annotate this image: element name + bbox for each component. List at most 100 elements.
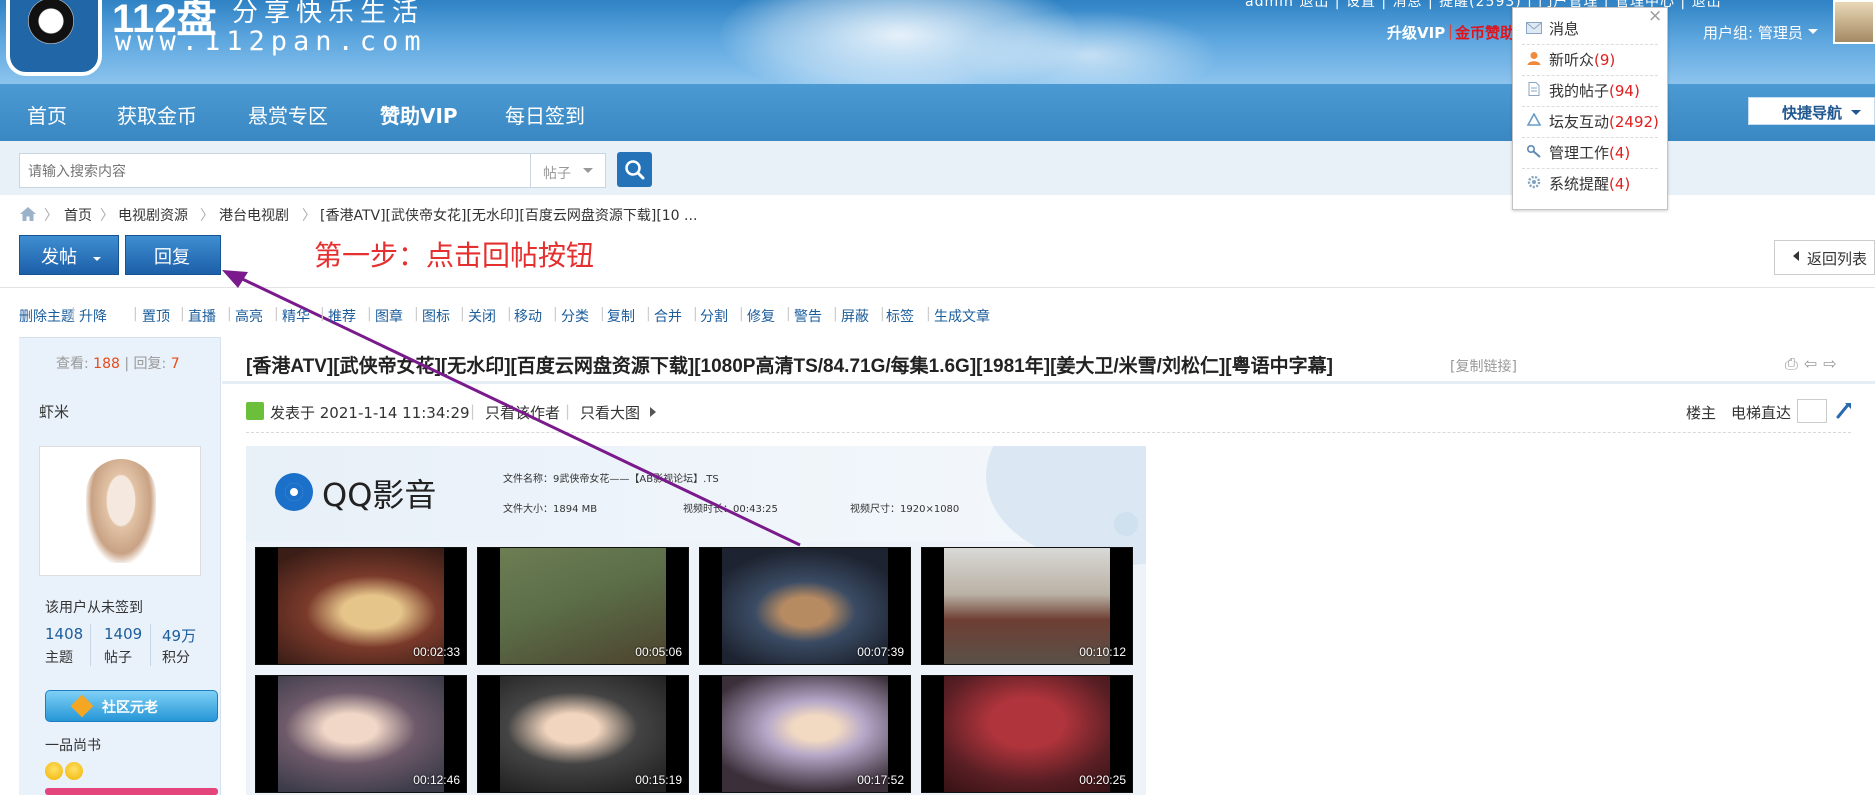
mod-action-17[interactable]: 屏蔽 (841, 306, 869, 326)
new-post-button[interactable]: 发帖 (19, 235, 119, 275)
chevron-right-icon[interactable] (650, 407, 656, 417)
popup-item-admin-work[interactable]: 管理工作(4) (1549, 142, 1630, 163)
chevron-down-icon[interactable] (1851, 110, 1861, 115)
mod-separator: | (553, 306, 558, 322)
mod-action-16[interactable]: 警告 (794, 306, 822, 326)
divider (1522, 137, 1658, 138)
thumbnail-timestamp: 00:20:25 (1079, 773, 1126, 787)
jump-icon[interactable] (1835, 401, 1853, 419)
only-author-link[interactable]: 只看该作者 (485, 402, 560, 423)
big-image-link[interactable]: 只看大图 (580, 402, 640, 423)
print-prev-next-icons[interactable]: ⎙⇦⇨ (1785, 354, 1843, 374)
chevron-down-icon[interactable] (1808, 29, 1818, 34)
search-input[interactable] (19, 153, 531, 188)
search-type-select[interactable]: 帖子 (531, 153, 606, 188)
nav-bounty[interactable]: 悬赏专区 (248, 100, 328, 129)
mod-action-8[interactable]: 图标 (422, 306, 450, 326)
mod-action-5[interactable]: 精华 (282, 306, 310, 326)
envelope-icon (1526, 22, 1542, 34)
mod-separator: | (320, 306, 325, 322)
jump-floor-input[interactable] (1797, 399, 1827, 423)
avatar[interactable] (1833, 0, 1875, 44)
mod-separator: | (133, 306, 138, 322)
post-screenshot-image[interactable]: QQ影音 文件名称：9武侠帝女花——【AB影视论坛】.TS 文件大小：1894 … (246, 446, 1146, 795)
back-to-list-button[interactable]: 返回列表 (1774, 240, 1875, 275)
breadcrumb-home[interactable]: 首页 (64, 205, 92, 225)
thumbnail-timestamp: 00:05:06 (635, 645, 682, 659)
mod-action-3[interactable]: 直播 (188, 306, 216, 326)
video-resolution: 视频尺寸：1920×1080 (850, 504, 960, 515)
mod-action-1[interactable]: 升降 (79, 306, 107, 326)
thumbnail-timestamp: 00:12:46 (413, 773, 460, 787)
avatar-portrait (86, 459, 156, 563)
mod-action-7[interactable]: 图章 (375, 306, 403, 326)
divider (1522, 44, 1658, 45)
mod-action-19[interactable]: 生成文章 (934, 306, 990, 326)
divider (222, 381, 1875, 384)
popup-item-my-posts[interactable]: 我的帖子(94) (1549, 80, 1640, 101)
stat-posts-value[interactable]: 1409 (104, 625, 142, 643)
video-thumbnail: 00:05:06 (477, 547, 689, 665)
coin-sponsor-link[interactable]: 金币赞助 (1455, 22, 1515, 43)
chevron-down-icon[interactable] (93, 257, 101, 261)
copy-link[interactable]: [复制链接] (1450, 356, 1517, 376)
close-icon[interactable]: × (1648, 6, 1662, 26)
mod-action-6[interactable]: 推荐 (328, 306, 356, 326)
popup-item-system-alerts[interactable]: 系统提醒(4) (1549, 173, 1630, 194)
divider (1522, 168, 1658, 169)
logo-url: www.112pan.com (115, 26, 427, 57)
upgrade-vip-link[interactable]: 升级VIP (1387, 22, 1445, 43)
popup-item-label: 系统提醒 (1549, 175, 1610, 193)
home-icon[interactable] (19, 206, 37, 222)
video-thumbnail: 00:02:33 (255, 547, 467, 665)
header-separator: | (1448, 22, 1454, 40)
thumbnail-timestamp: 00:02:33 (413, 645, 460, 659)
meta-separator: | (565, 402, 571, 420)
mod-action-11[interactable]: 分类 (561, 306, 589, 326)
video-thumbnail: 00:10:12 (921, 547, 1133, 665)
search-button[interactable] (617, 152, 652, 187)
smiley-icon (45, 762, 63, 780)
mod-action-10[interactable]: 移动 (514, 306, 542, 326)
mod-action-9[interactable]: 关闭 (468, 306, 496, 326)
mod-action-0[interactable]: 删除主题 (19, 306, 75, 326)
popup-item-label: 管理工作 (1549, 144, 1610, 162)
gear-icon (1527, 175, 1541, 189)
reply-button[interactable]: 回复 (125, 235, 221, 275)
author-name[interactable]: 虾米 (39, 401, 69, 422)
popup-item-messages[interactable]: 消息 (1549, 18, 1579, 39)
mod-action-12[interactable]: 复制 (607, 306, 635, 326)
mod-action-4[interactable]: 高亮 (235, 306, 263, 326)
author-rank: 一品尚书 (45, 738, 101, 754)
breadcrumb-tv-resources[interactable]: 电视剧资源 (118, 205, 188, 225)
stat-threads-value[interactable]: 1408 (45, 625, 83, 643)
chevron-left-icon[interactable] (1793, 251, 1799, 261)
stat-points-value[interactable]: 49万 (162, 625, 196, 646)
video-thumbnail: 00:07:39 (699, 547, 911, 665)
file-size: 文件大小：1894 MB (503, 504, 598, 515)
breadcrumb-current[interactable]: [香港ATV][武侠帝女花][无水印][百度云网盘资源下载][10 ... (320, 205, 697, 225)
video-thumbnail: 00:12:46 (255, 675, 467, 793)
nav-get-coins[interactable]: 获取金币 (117, 100, 197, 129)
breadcrumb-hk-tw-tv[interactable]: 港台电视剧 (219, 205, 289, 225)
author-avatar[interactable] (39, 446, 201, 576)
popup-item-new-followers[interactable]: 新听众(9) (1549, 49, 1615, 70)
mod-action-15[interactable]: 修复 (747, 306, 775, 326)
chevron-down-icon[interactable] (583, 168, 593, 173)
mod-action-18[interactable]: 标签 (886, 306, 914, 326)
online-status-icon (246, 402, 264, 420)
nav-sponsor-vip[interactable]: 赞助VIP (380, 100, 458, 129)
popup-item-interactions[interactable]: 坛友互动(2492) (1549, 111, 1659, 132)
floor-label: 楼主 (1686, 404, 1717, 422)
user-group-dropdown[interactable]: 用户组: 管理员 (1703, 22, 1803, 43)
mod-action-13[interactable]: 合并 (654, 306, 682, 326)
mod-separator: | (414, 306, 419, 322)
nav-home[interactable]: 首页 (27, 100, 67, 129)
mod-action-14[interactable]: 分割 (700, 306, 728, 326)
nav-daily-signin[interactable]: 每日签到 (505, 100, 585, 129)
mod-action-2[interactable]: 置顶 (142, 306, 170, 326)
signin-status: 该用户从未签到 (45, 600, 143, 616)
popup-item-count: (94) (1609, 82, 1640, 100)
mod-separator: | (71, 306, 76, 322)
logo-mascot-icon[interactable] (6, 0, 102, 76)
